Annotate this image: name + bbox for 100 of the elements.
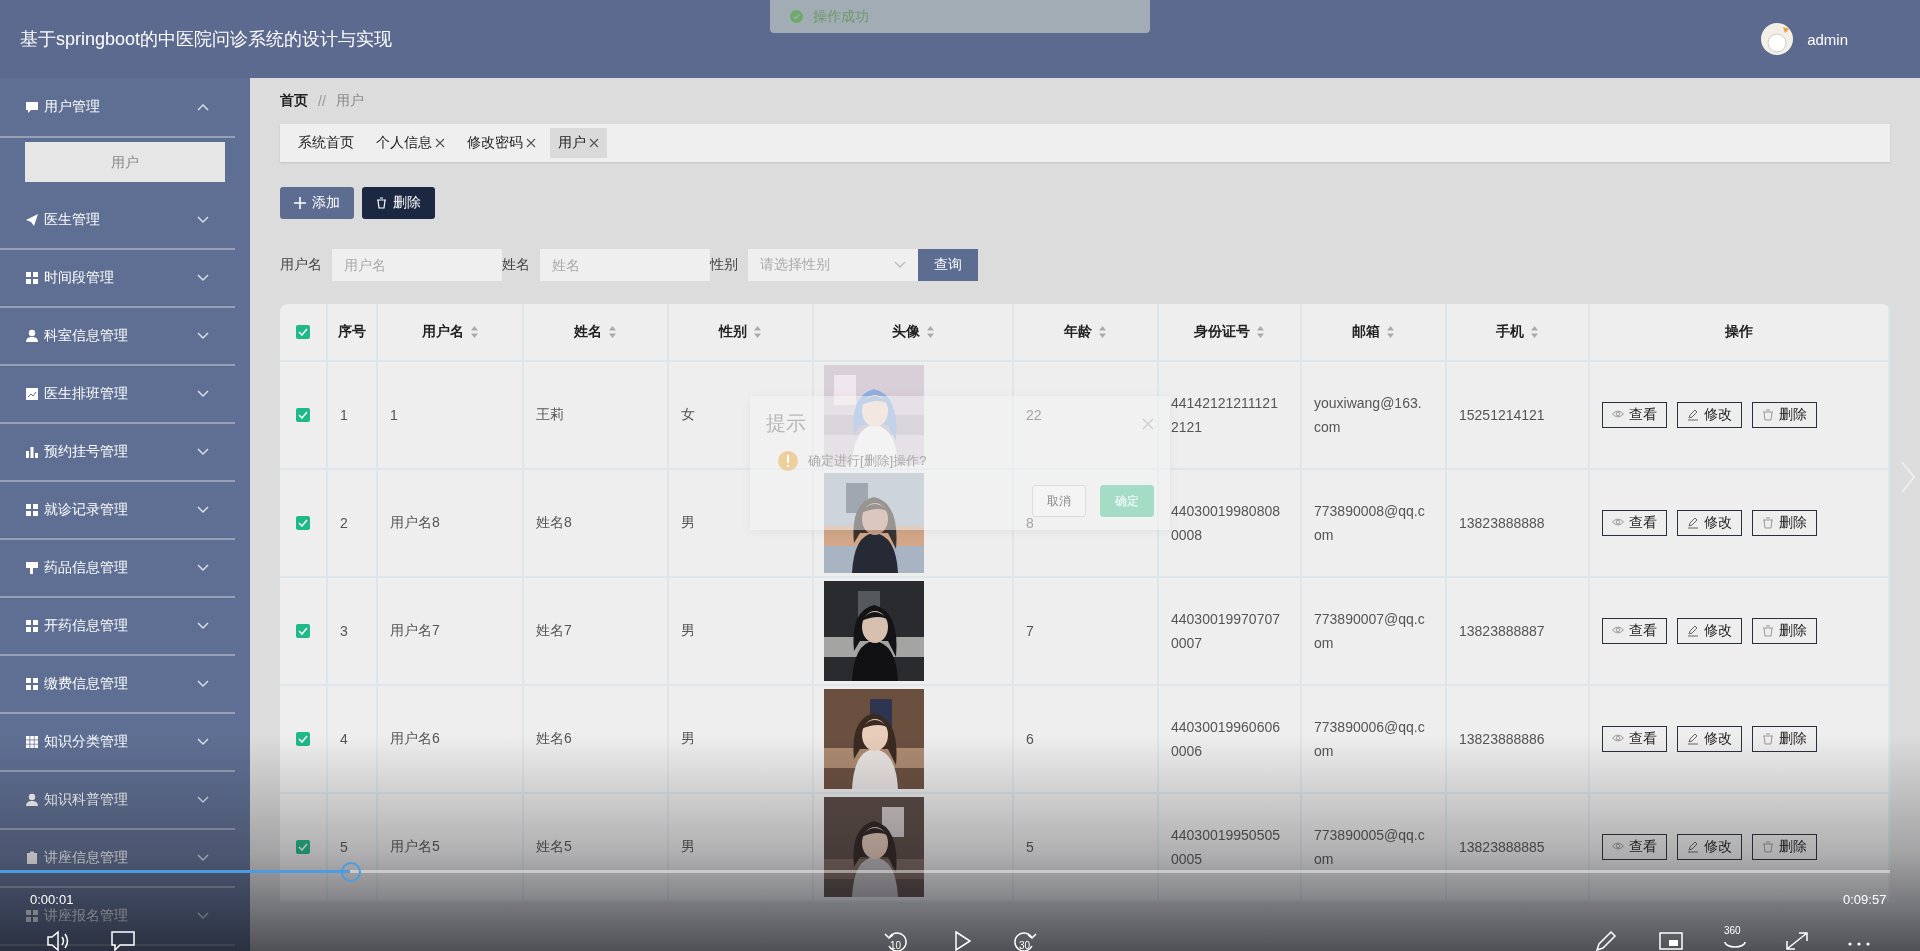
table-cell: 15251214121 <box>1459 407 1545 423</box>
sort-icon <box>753 325 762 339</box>
chevron-icon <box>197 854 209 862</box>
rewind-icon[interactable] <box>883 930 909 951</box>
table-cell: 13823888885 <box>1459 839 1545 855</box>
tab[interactable]: 个人信息 <box>368 128 453 158</box>
edit-button[interactable]: 修改 <box>1677 402 1742 428</box>
sidebar-item[interactable]: 医生排班管理 <box>0 366 235 424</box>
paper-plane-icon <box>25 213 39 227</box>
close-icon <box>589 138 599 148</box>
table-cell: 姓名8 <box>536 514 572 532</box>
delete-button[interactable]: 删除 <box>1752 834 1817 860</box>
column-header: 性别 <box>669 304 814 362</box>
table-cell: 男 <box>681 838 695 856</box>
delete-button[interactable]: 删除 <box>1752 402 1817 428</box>
forward-icon[interactable] <box>1012 930 1038 951</box>
table-cell: 22 <box>1026 407 1042 423</box>
sidebar-item[interactable]: 知识分类管理 <box>0 714 235 772</box>
checkbox[interactable] <box>296 732 310 746</box>
view-button[interactable]: 查看 <box>1602 510 1667 536</box>
table-cell-text: 773890007@qq.com <box>1314 610 1426 653</box>
delete-button[interactable]: 删除 <box>1752 618 1817 644</box>
delete-button[interactable]: 删除 <box>1752 726 1817 752</box>
brush-icon <box>25 561 39 575</box>
sidebar-item[interactable]: 开药信息管理 <box>0 598 235 656</box>
dialog-message: 确定进行[删除]操作? <box>808 452 927 470</box>
expand-icon[interactable] <box>1784 930 1810 951</box>
column-header: 头像 <box>814 304 1014 362</box>
sidebar-item[interactable]: 知识科普管理 <box>0 772 235 830</box>
edit-button[interactable]: 修改 <box>1677 726 1742 752</box>
sidebar-item[interactable]: 科室信息管理 <box>0 308 235 366</box>
progress-handle[interactable] <box>340 862 361 882</box>
table-cell-text: 441421212111212121 <box>1171 394 1279 437</box>
table-cell: 男 <box>681 622 695 640</box>
chevron-icon <box>197 622 209 630</box>
person-icon <box>25 793 39 807</box>
table-cell: 用户名7 <box>390 622 440 640</box>
user-name[interactable]: admin <box>1807 30 1848 48</box>
sidebar-item[interactable]: 医生管理 <box>0 192 235 250</box>
trash-icon <box>1762 733 1774 745</box>
line-chart-icon <box>25 387 39 401</box>
grid-icon <box>25 619 39 633</box>
tab[interactable]: 用户 <box>550 128 607 158</box>
check-circle-icon <box>790 10 803 23</box>
column-header: 邮箱 <box>1302 304 1447 362</box>
tab[interactable]: 系统首页 <box>290 128 362 158</box>
sidebar-item[interactable]: 预约挂号管理 <box>0 424 235 482</box>
delete-button[interactable]: 删除 <box>1752 510 1817 536</box>
column-header: 用户名 <box>378 304 524 362</box>
table-cell-text: 440300199505050005 <box>1171 826 1281 869</box>
table-cell: 用户名5 <box>390 838 440 856</box>
skip-back-label: 10 <box>890 940 902 951</box>
close-icon <box>1142 417 1154 430</box>
chevron-icon <box>197 216 209 224</box>
view-button[interactable]: 查看 <box>1602 402 1667 428</box>
search-button[interactable]: 查询 <box>918 249 978 281</box>
sidebar-item[interactable]: 药品信息管理 <box>0 540 235 598</box>
checkbox[interactable] <box>296 325 310 339</box>
edit-button[interactable]: 修改 <box>1677 510 1742 536</box>
picture-in-picture-icon[interactable] <box>1658 930 1684 951</box>
input-field[interactable]: 姓名 <box>540 249 710 281</box>
avatar-icon <box>1761 23 1794 55</box>
column-header: 操作 <box>1590 304 1890 362</box>
table-cell-text: youxiwang@163.com <box>1314 394 1423 437</box>
checkbox[interactable] <box>296 624 310 638</box>
table-cell-text: 440300199707070007 <box>1171 610 1281 653</box>
eye-icon <box>1612 841 1624 853</box>
view-button[interactable]: 查看 <box>1602 618 1667 644</box>
table-cell: 女 <box>681 406 695 424</box>
table-cell: 13823888887 <box>1459 623 1545 639</box>
sidebar-item[interactable]: 用户管理 <box>0 78 235 138</box>
checkbox[interactable] <box>296 516 310 530</box>
sort-icon <box>1256 325 1265 339</box>
view-button[interactable]: 查看 <box>1602 726 1667 752</box>
trash-icon <box>1762 841 1774 853</box>
breadcrumb-item[interactable]: 首页 <box>280 92 308 110</box>
table-cell: 姓名7 <box>536 622 572 640</box>
column-header: 年龄 <box>1014 304 1159 362</box>
checkbox[interactable] <box>296 840 310 854</box>
captions-icon[interactable] <box>110 930 136 951</box>
chevron-icon <box>197 274 209 282</box>
grid-icon <box>25 677 39 691</box>
tab[interactable]: 修改密码 <box>459 128 544 158</box>
add-button[interactable]: 添加 <box>280 187 354 219</box>
edit-button[interactable]: 修改 <box>1677 834 1742 860</box>
column-header: 序号 <box>328 304 378 362</box>
view-button[interactable]: 查看 <box>1602 834 1667 860</box>
table-cell: 用户名8 <box>390 514 440 532</box>
sidebar-item[interactable]: 时间段管理 <box>0 250 235 308</box>
sort-icon <box>608 325 617 339</box>
checkbox[interactable] <box>296 408 310 422</box>
table-cell: 王莉 <box>536 406 564 424</box>
delete-button[interactable]: 删除 <box>362 187 435 219</box>
sidebar-item[interactable]: 缴费信息管理 <box>0 656 235 714</box>
table-cell: 6 <box>1026 731 1034 747</box>
table-cell: 2 <box>340 515 348 531</box>
sidebar-item[interactable]: 就诊记录管理 <box>0 482 235 540</box>
input-field[interactable]: 用户名 <box>332 249 502 281</box>
edit-button[interactable]: 修改 <box>1677 618 1742 644</box>
grid-icon <box>25 909 39 923</box>
